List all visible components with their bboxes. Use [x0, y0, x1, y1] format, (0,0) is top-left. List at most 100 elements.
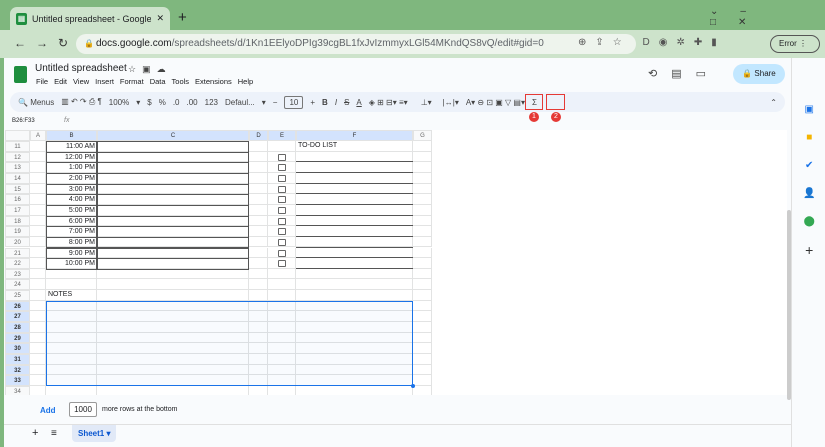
grid-cell[interactable] — [30, 268, 46, 280]
more-formats-button[interactable]: 123 — [205, 98, 218, 107]
grid-cell[interactable] — [413, 183, 432, 195]
grid-cell[interactable] — [249, 268, 268, 280]
grid-cell[interactable] — [30, 141, 46, 152]
row-header-20[interactable]: 20 — [5, 236, 30, 248]
font-select[interactable]: Defaul... — [225, 98, 255, 107]
grid-cell[interactable] — [249, 151, 268, 163]
column-header-b[interactable]: B — [46, 130, 97, 141]
grid-cell[interactable] — [30, 300, 46, 312]
grid-cell[interactable] — [268, 290, 296, 301]
grid-cell[interactable] — [249, 141, 268, 152]
percent-button[interactable]: % — [159, 98, 166, 107]
grid-cell[interactable] — [249, 258, 268, 269]
grid-cell[interactable] — [413, 311, 432, 323]
column-header-e[interactable]: E — [268, 130, 296, 141]
todo-line[interactable] — [296, 193, 413, 195]
todo-line[interactable] — [296, 171, 413, 173]
grid-cell[interactable] — [30, 290, 46, 301]
fill-borders-merge-icons[interactable]: ◈ ⊞ ⊟▾ ≡▾ — [369, 98, 408, 107]
row-header-26[interactable]: 26 — [5, 300, 30, 312]
grid-cell[interactable] — [413, 322, 432, 333]
grid-cell[interactable] — [30, 354, 46, 365]
url-field[interactable]: 🔒 docs.google.com/spreadsheets/d/1Kn1EEly… — [76, 34, 636, 54]
todo-line[interactable] — [296, 257, 413, 259]
todo-line[interactable] — [296, 161, 413, 163]
row-header-14[interactable]: 14 — [5, 172, 30, 184]
menu-tools[interactable]: Tools — [172, 77, 190, 86]
row-header-16[interactable]: 16 — [5, 194, 30, 205]
collapse-toolbar-icon[interactable]: ⌃ — [770, 98, 777, 107]
undo-redo-print-icons[interactable]: ▥ ↶ ↷ ⎙ ¶ — [61, 97, 102, 107]
todo-line[interactable] — [296, 267, 413, 269]
font-size-decrease[interactable]: − — [273, 98, 278, 107]
grid-cell[interactable] — [268, 268, 296, 280]
grid-cell[interactable] — [413, 194, 432, 205]
todo-checkbox[interactable] — [278, 206, 286, 214]
column-header-f[interactable]: F — [296, 130, 413, 141]
grid-cell[interactable] — [30, 226, 46, 237]
title-icons[interactable]: ☆▣☁ — [128, 64, 172, 75]
selection-handle[interactable] — [411, 384, 415, 388]
menu-format[interactable]: Format — [120, 77, 144, 86]
grid-cell[interactable] — [413, 290, 432, 301]
grid-cell[interactable] — [413, 226, 432, 237]
row-header-24[interactable]: 24 — [5, 279, 30, 291]
grid-cell[interactable] — [413, 236, 432, 248]
grid-cell[interactable] — [296, 279, 413, 291]
share-button[interactable]: 🔒 Share — [733, 64, 785, 84]
grid-cell[interactable] — [249, 226, 268, 237]
close-tab-icon[interactable]: ✕ — [156, 13, 164, 24]
grid-cell[interactable] — [46, 385, 97, 395]
grid-cell[interactable] — [413, 268, 432, 280]
window-controls[interactable]: ⌄–□✕ — [710, 6, 825, 28]
grid-cell[interactable] — [249, 204, 268, 216]
grid-cell[interactable] — [30, 385, 46, 395]
increase-decimal-button[interactable]: .00 — [187, 98, 198, 107]
grid-cell[interactable] — [249, 215, 268, 227]
grid-cell[interactable] — [30, 215, 46, 227]
todo-checkbox[interactable] — [278, 238, 286, 246]
grid-cell[interactable] — [249, 183, 268, 195]
grid-cell[interactable] — [249, 172, 268, 184]
todo-checkbox[interactable] — [278, 185, 286, 193]
name-box[interactable]: B26:F33 — [12, 118, 35, 124]
todo-checkbox[interactable] — [278, 164, 286, 172]
menu-insert[interactable]: Insert — [95, 77, 114, 86]
grid-cell[interactable] — [413, 300, 432, 312]
grid-cell[interactable] — [30, 311, 46, 323]
row-header-33[interactable]: 33 — [5, 375, 30, 386]
font-size-increase[interactable]: + — [310, 98, 315, 107]
menu-extensions[interactable]: Extensions — [195, 77, 232, 86]
row-header-23[interactable]: 23 — [5, 268, 30, 280]
todo-checkbox[interactable] — [278, 260, 286, 268]
grid-cell[interactable] — [46, 268, 97, 280]
side-panel-icons[interactable]: ▣ ■ ✔ 👤 ⬤ + — [803, 96, 815, 267]
todo-line[interactable] — [296, 235, 413, 237]
menu-data[interactable]: Data — [150, 77, 166, 86]
grid-cell[interactable] — [413, 354, 432, 365]
grid-cell[interactable] — [30, 343, 46, 354]
menu-edit[interactable]: Edit — [54, 77, 67, 86]
row-header-12[interactable]: 12 — [5, 151, 30, 163]
grid-cell[interactable] — [413, 215, 432, 227]
row-header-21[interactable]: 21 — [5, 247, 30, 259]
grid-cell[interactable] — [268, 141, 296, 152]
todo-checkbox[interactable] — [278, 196, 286, 204]
grid-cell[interactable] — [30, 322, 46, 333]
browser-tab[interactable]: ▦ Untitled spreadsheet - Google S ✕ — [10, 7, 170, 30]
extension-icons[interactable]: ⊕⇪☆ D◉✲✚▮ — [578, 37, 726, 48]
rotate-link-comment-icons[interactable]: A▾ ⊖ ⊡ ▣ ▽ ▤▾ — [466, 98, 525, 107]
grid-cell[interactable] — [296, 385, 413, 395]
todo-line[interactable] — [296, 182, 413, 184]
italic-button[interactable]: I — [335, 98, 337, 107]
todo-line[interactable] — [296, 214, 413, 216]
schedule-entry-cell[interactable] — [97, 258, 249, 270]
grid-cell[interactable] — [413, 204, 432, 216]
grid-cell[interactable] — [413, 364, 432, 376]
grid-cell[interactable] — [30, 375, 46, 386]
grid-cell[interactable] — [413, 141, 432, 152]
row-header-18[interactable]: 18 — [5, 215, 30, 227]
grid-cell[interactable] — [30, 247, 46, 259]
grid-cell[interactable] — [249, 279, 268, 291]
grid-cell[interactable] — [30, 162, 46, 173]
